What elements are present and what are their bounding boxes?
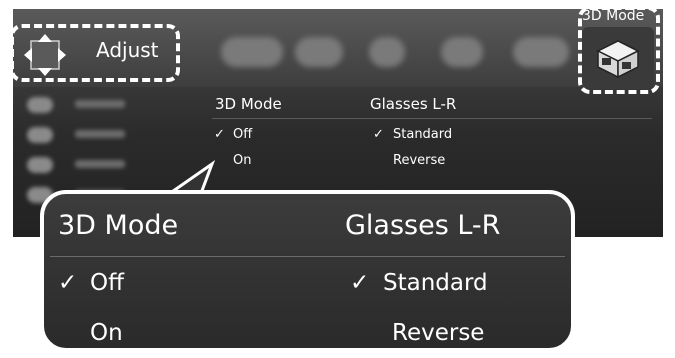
callout-3d-mode-title: 3D Mode xyxy=(58,210,179,241)
callout-check-off: ✓ xyxy=(58,270,78,296)
callout-option-reverse[interactable]: Reverse xyxy=(392,320,484,346)
callout-option-on[interactable]: On xyxy=(90,320,123,346)
callout-divider xyxy=(50,256,565,257)
callout-check-standard: ✓ xyxy=(350,270,370,296)
callout-glasses-title: Glasses L-R xyxy=(345,210,501,241)
callout-option-off[interactable]: Off xyxy=(90,270,124,296)
callout-option-standard[interactable]: Standard xyxy=(383,270,488,296)
